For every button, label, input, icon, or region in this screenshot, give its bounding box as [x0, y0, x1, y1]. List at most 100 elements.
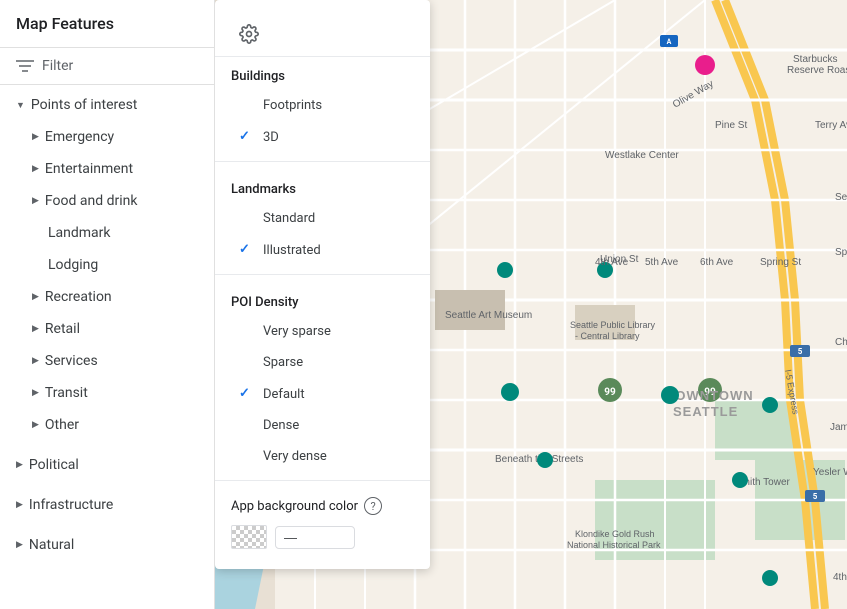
- sidebar-item-entertainment[interactable]: ▶ Entertainment: [0, 153, 214, 185]
- standard-option[interactable]: Standard: [215, 203, 430, 234]
- chevron-right-icon: ▶: [16, 500, 23, 510]
- color-checker-box[interactable]: [231, 525, 267, 549]
- sidebar-title: Map Features: [16, 14, 114, 33]
- density-label: Sparse: [263, 355, 303, 370]
- dense-option[interactable]: Dense: [215, 410, 430, 441]
- density-label: Very dense: [263, 449, 327, 464]
- chevron-down-icon: ▼: [16, 100, 25, 111]
- filter-label: Filter: [42, 58, 73, 74]
- sidebar-item-transit[interactable]: ▶ Transit: [0, 377, 214, 409]
- svg-text:Westlake Center: Westlake Center: [605, 150, 679, 161]
- density-label: Default: [263, 387, 305, 402]
- sidebar-item-food-and-drink[interactable]: ▶ Food and drink: [0, 185, 214, 217]
- footprints-label: Footprints: [263, 98, 322, 113]
- map-area: 99 99 5 5 E Pine St Starbucks Reserve Ro…: [215, 0, 847, 609]
- svg-text:Starbucks: Starbucks: [793, 54, 837, 65]
- sidebar-item-emergency[interactable]: ▶ Emergency: [0, 121, 214, 153]
- density-label: Very sparse: [263, 324, 331, 339]
- 3d-label: 3D: [263, 130, 279, 145]
- very-sparse-option[interactable]: Very sparse: [215, 316, 430, 347]
- svg-text:99: 99: [604, 387, 616, 398]
- infrastructure-section: ▶ Infrastructure: [0, 485, 214, 525]
- points-of-interest-section: ▼ Points of interest ▶ Emergency ▶ Enter…: [0, 85, 214, 445]
- chevron-right-icon: ▶: [16, 540, 23, 550]
- svg-text:Seneca St: Seneca St: [835, 192, 847, 203]
- bg-color-label: App background color ?: [231, 497, 414, 515]
- sidebar-item-label: Political: [29, 457, 79, 473]
- color-text-input[interactable]: [275, 526, 355, 549]
- svg-text:James St: James St: [830, 422, 847, 433]
- sidebar-item-points-of-interest[interactable]: ▼ Points of interest: [0, 89, 214, 121]
- sidebar-item-label: Other: [45, 417, 79, 433]
- sidebar-item-label: Services: [45, 353, 98, 369]
- chevron-right-icon: ▶: [32, 196, 39, 206]
- check-icon: ✓: [239, 386, 255, 402]
- svg-text:Klondike Gold Rush: Klondike Gold Rush: [575, 529, 655, 539]
- divider-1: [215, 161, 430, 162]
- sidebar-item-label: Food and drink: [45, 193, 138, 209]
- sidebar-item-label: Retail: [45, 321, 80, 337]
- svg-text:Cherry St: Cherry St: [835, 337, 847, 348]
- chevron-right-icon: ▶: [32, 388, 39, 398]
- very-dense-option[interactable]: Very dense: [215, 441, 430, 472]
- sidebar-item-label: Lodging: [48, 257, 98, 273]
- sidebar-item-label: Entertainment: [45, 161, 133, 177]
- svg-text:A: A: [667, 38, 672, 46]
- filter-icon: [16, 59, 34, 73]
- svg-text:Terry Ave: Terry Ave: [815, 120, 847, 131]
- sidebar: Map Features Filter ▼ Points of interest…: [0, 0, 215, 609]
- chevron-right-icon: ▶: [16, 460, 23, 470]
- footprints-option[interactable]: Footprints: [215, 90, 430, 121]
- chevron-right-icon: ▶: [32, 356, 39, 366]
- density-label: Dense: [263, 418, 299, 433]
- sidebar-item-label: Recreation: [45, 289, 112, 305]
- sidebar-item-label: Natural: [29, 537, 74, 553]
- illustrated-option[interactable]: ✓ Illustrated: [215, 234, 430, 266]
- svg-text:6th Ave: 6th Ave: [700, 257, 734, 268]
- landmarks-section-title: Landmarks: [215, 170, 430, 203]
- svg-text:Seattle Public Library: Seattle Public Library: [570, 320, 656, 330]
- bg-color-text: App background color: [231, 499, 358, 514]
- sidebar-item-natural[interactable]: ▶ Natural: [0, 529, 214, 561]
- sidebar-item-label: Infrastructure: [29, 497, 113, 513]
- svg-text:Pine St: Pine St: [715, 120, 747, 131]
- chevron-right-icon: ▶: [32, 132, 39, 142]
- svg-text:Reserve Roastery: Reserve Roastery: [787, 65, 847, 76]
- sidebar-item-services[interactable]: ▶ Services: [0, 345, 214, 377]
- sidebar-header: Map Features: [0, 0, 214, 48]
- svg-text:Spring St: Spring St: [760, 257, 801, 268]
- divider-2: [215, 274, 430, 275]
- sidebar-item-label: Transit: [45, 385, 88, 401]
- political-section: ▶ Political: [0, 445, 214, 485]
- sidebar-item-label: Landmark: [48, 225, 111, 241]
- svg-text:5th Ave: 5th Ave: [645, 257, 679, 268]
- poi-density-title: POI Density: [215, 283, 430, 316]
- sparse-option[interactable]: Sparse: [215, 347, 430, 378]
- check-icon: ✓: [239, 242, 255, 258]
- sidebar-item-label: Emergency: [45, 129, 114, 145]
- sidebar-item-other[interactable]: ▶ Other: [0, 409, 214, 441]
- chevron-right-icon: ▶: [32, 420, 39, 430]
- sidebar-item-infrastructure[interactable]: ▶ Infrastructure: [0, 489, 214, 521]
- help-icon[interactable]: ?: [364, 497, 382, 515]
- buildings-section-title: Buildings: [215, 57, 430, 90]
- svg-text:Yesler Wy: Yesler Wy: [813, 467, 847, 478]
- sidebar-item-retail[interactable]: ▶ Retail: [0, 313, 214, 345]
- sidebar-item-landmark[interactable]: Landmark: [0, 217, 214, 249]
- chevron-right-icon: ▶: [32, 324, 39, 334]
- gear-settings-button[interactable]: [231, 16, 267, 52]
- svg-text:Seattle Art Museum: Seattle Art Museum: [445, 310, 532, 321]
- chevron-right-icon: ▶: [32, 164, 39, 174]
- default-option[interactable]: ✓ Default: [215, 378, 430, 410]
- sidebar-item-lodging[interactable]: Lodging: [0, 249, 214, 281]
- 3d-option[interactable]: ✓ 3D: [215, 121, 430, 153]
- bg-color-controls: [231, 525, 414, 549]
- sidebar-item-recreation[interactable]: ▶ Recreation: [0, 281, 214, 313]
- svg-text:4th Ave: 4th Ave: [833, 572, 847, 583]
- sidebar-item-label: Points of interest: [31, 97, 137, 113]
- svg-text:Spring St: Spring St: [835, 247, 847, 258]
- svg-text:- Central Library: - Central Library: [575, 331, 640, 341]
- svg-text:SEATTLE: SEATTLE: [673, 404, 738, 419]
- filter-bar[interactable]: Filter: [0, 48, 214, 85]
- sidebar-item-political[interactable]: ▶ Political: [0, 449, 214, 481]
